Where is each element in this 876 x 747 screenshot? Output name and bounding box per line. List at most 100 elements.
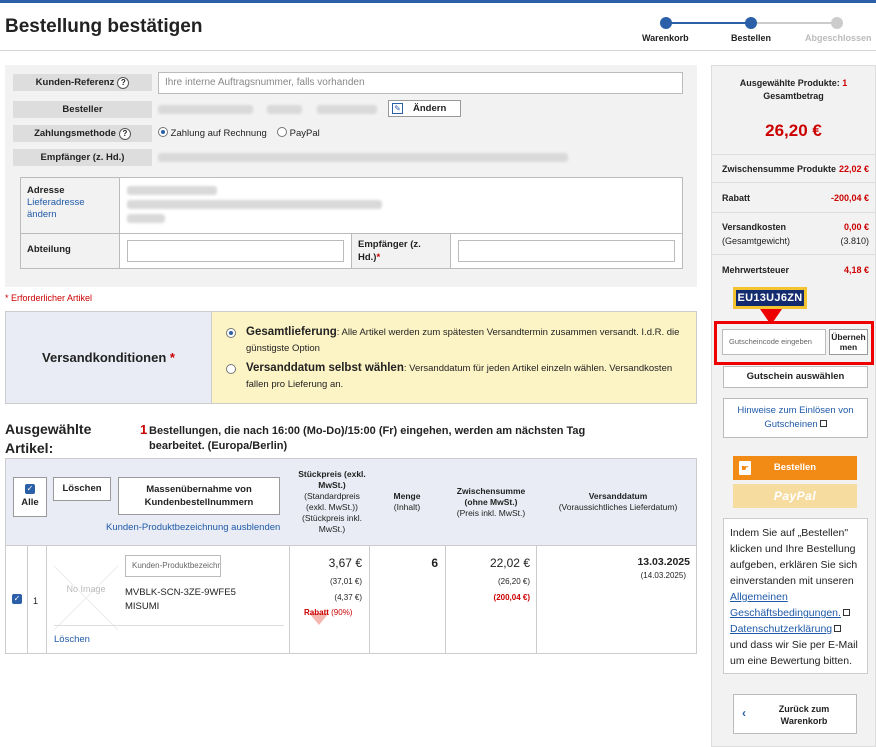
- radio-selected-icon[interactable]: [226, 328, 236, 338]
- select-all-box[interactable]: ✓ Alle: [13, 477, 47, 517]
- col-divider: [27, 546, 28, 654]
- page-title: Bestellung bestätigen: [5, 16, 203, 37]
- summary-divider: [712, 182, 875, 183]
- shipping-options: Gesamtlieferung: Alle Artikel werden zum…: [212, 312, 696, 403]
- shipping-conditions: Versandkonditionen * Gesamtlieferung: Al…: [5, 311, 697, 404]
- choose-coupon-button[interactable]: Gutschein auswählen: [723, 366, 868, 388]
- title-divider: [0, 50, 876, 51]
- kunden-referenz-label: Kunden-Referenz?: [13, 74, 152, 91]
- legal-consent-text: Indem Sie auf „Bestellen" klicken und Ih…: [723, 518, 868, 674]
- address-value-cell: [120, 178, 682, 234]
- part-number: MVBLK-SCN-3ZE-9WFE5: [125, 587, 236, 598]
- external-link-icon: [834, 625, 842, 632]
- coupon-hint-link[interactable]: Hinweise zum Einlösen von Gutscheinen: [723, 398, 868, 438]
- radio-selected-icon[interactable]: [158, 127, 168, 137]
- selected-products-summary: Ausgewählte Produkte: 1 Gesamtbetrag: [739, 78, 848, 101]
- hand-pointer-icon: ☛: [739, 461, 751, 475]
- step-label-bestellen: Bestellen: [731, 33, 772, 43]
- checkbox-checked-icon[interactable]: ✓: [25, 484, 35, 494]
- summary-divider: [712, 254, 875, 255]
- col-qty: Menge (Inhalt): [393, 491, 421, 512]
- row-checkbox[interactable]: ✓: [12, 594, 22, 604]
- payment-option-paypal[interactable]: PayPal: [277, 127, 320, 139]
- external-link-icon: [842, 609, 850, 616]
- row-subtotal-incl: (26,20 €): [497, 577, 530, 586]
- summary-divider: [712, 212, 875, 213]
- discount-badge: Rabatt (90%): [304, 608, 353, 617]
- chevron-left-icon: ‹: [742, 706, 746, 720]
- redacted-address-1: [127, 186, 217, 195]
- processing-notice: 1 Bestellungen, die nach 16:00 (Mo-Do)/1…: [140, 422, 640, 454]
- zahlungsmethode-label: Zahlungsmethode?: [13, 125, 152, 142]
- table-row: ✓ 1 No Image Kunden-Produktbezeichnung M…: [5, 546, 697, 654]
- redacted-name: [317, 105, 377, 114]
- row-subtotal: 22,02 €: [489, 556, 530, 570]
- paypal-button[interactable]: PayPal: [733, 484, 857, 508]
- summary-row-shipping: Versandkosten 0,00 € (Gesamtgewicht) (3.81…: [722, 222, 869, 246]
- kunden-referenz-input[interactable]: Ihre interne Auftragsnummer, falls vorha…: [158, 72, 683, 94]
- col-unit-price: Stückpreis (exkl. MwSt.) (Standardpreis (…: [298, 469, 366, 534]
- row-inner-divider: [54, 625, 284, 626]
- address-label: Adresse: [27, 185, 65, 196]
- brand-name: MISUMI: [125, 601, 160, 612]
- articles-title: Ausgewählte Artikel:: [5, 421, 92, 456]
- empfaenger-label: Empfänger (z. Hd.): [13, 149, 152, 166]
- delete-row-link[interactable]: Löschen: [54, 634, 90, 645]
- hide-customer-desc-link[interactable]: Kunden-Produktbezeichnung ausblenden: [106, 522, 280, 533]
- shipping-conditions-title: Versandkonditionen *: [6, 312, 212, 403]
- quantity: 6: [431, 556, 438, 570]
- besteller-label: Besteller: [13, 101, 152, 118]
- notice-number: 1: [140, 422, 148, 437]
- empfaenger-hd-input[interactable]: [458, 240, 675, 262]
- terms-link[interactable]: Allgemeinen Geschäftsbedingungen.: [730, 591, 841, 619]
- redacted-id: [267, 105, 302, 114]
- ship-date: 13.03.2025: [637, 556, 690, 568]
- shipping-option-full[interactable]: Gesamtlieferung: Alle Artikel werden zum…: [226, 324, 681, 357]
- product-image-placeholder: No Image: [54, 556, 118, 640]
- unit-price: 3,67 €: [328, 556, 362, 570]
- payment-option-invoice[interactable]: Zahlung auf Rechnung: [158, 127, 267, 139]
- change-orderer-button[interactable]: ✎ Ändern: [388, 100, 461, 117]
- required-note: * Erforderlicher Artikel: [5, 293, 93, 303]
- radio-icon[interactable]: [277, 127, 287, 137]
- apply-coupon-button[interactable]: Übernehmen: [829, 329, 868, 355]
- step-dot-abgeschlossen: [831, 17, 843, 29]
- address-label-cell: Adresse Lieferadresse ändern: [21, 178, 120, 234]
- privacy-link[interactable]: Datenschutzerklärung: [730, 623, 832, 635]
- row-discount-amount: (200,04 €): [493, 593, 530, 602]
- help-icon[interactable]: ?: [118, 128, 131, 140]
- abteilung-label: Abteilung: [21, 234, 120, 268]
- unit-price-incl: (4,37 €): [334, 593, 362, 602]
- progress-line-todo: [751, 22, 837, 24]
- delivery-date: (14.03.2025): [640, 571, 686, 580]
- redacted-address-3: [127, 214, 165, 223]
- place-order-button[interactable]: ☛ Bestellen: [733, 456, 857, 480]
- abteilung-input[interactable]: [127, 240, 344, 262]
- col-divider: [46, 546, 47, 654]
- coupon-code-input[interactable]: Gutscheincode eingeben: [722, 329, 826, 355]
- delete-selected-button[interactable]: Löschen: [53, 477, 111, 501]
- help-icon[interactable]: ?: [117, 77, 130, 89]
- progress-line-done: [666, 22, 751, 24]
- col-ship-date: Versanddatum (Voraussichtliches Lieferdat…: [558, 491, 678, 512]
- no-image-label: No Image: [66, 584, 106, 594]
- back-to-cart-button[interactable]: ‹ Zurück zum Warenkorb: [733, 694, 857, 734]
- standard-price: (37,01 €): [329, 577, 362, 586]
- order-total: 26,20 €: [765, 121, 822, 140]
- radio-icon[interactable]: [226, 364, 236, 374]
- shipping-option-custom[interactable]: Versanddatum selbst wählen: Versanddatum…: [226, 360, 681, 393]
- coupon-code-callout: EU13UJ6ZN: [733, 287, 807, 309]
- external-link-icon: [819, 420, 827, 427]
- step-label-warenkorb[interactable]: Warenkorb: [642, 33, 689, 43]
- coupon-highlight-box: Gutscheincode eingeben Übernehmen: [714, 321, 874, 365]
- step-dot-warenkorb: [660, 17, 672, 29]
- notice-text: Bestellungen, die nach 16:00 (Mo-Do)/15:…: [149, 425, 586, 452]
- customer-desc-input[interactable]: Kunden-Produktbezeichnung: [125, 555, 221, 577]
- address-table: Adresse Lieferadresse ändern Abteilung E…: [20, 177, 683, 269]
- redacted-recipient: [158, 153, 568, 162]
- change-delivery-address-link[interactable]: Lieferadresse ändern: [27, 197, 113, 221]
- summary-divider: [712, 154, 875, 155]
- mass-import-button[interactable]: Massenübernahme von Kundenbestellnummern: [118, 477, 280, 515]
- step-label-abgeschlossen: Abgeschlossen: [805, 33, 872, 43]
- empfaenger-hd-label: Empfänger (z. Hd.)*: [351, 234, 451, 268]
